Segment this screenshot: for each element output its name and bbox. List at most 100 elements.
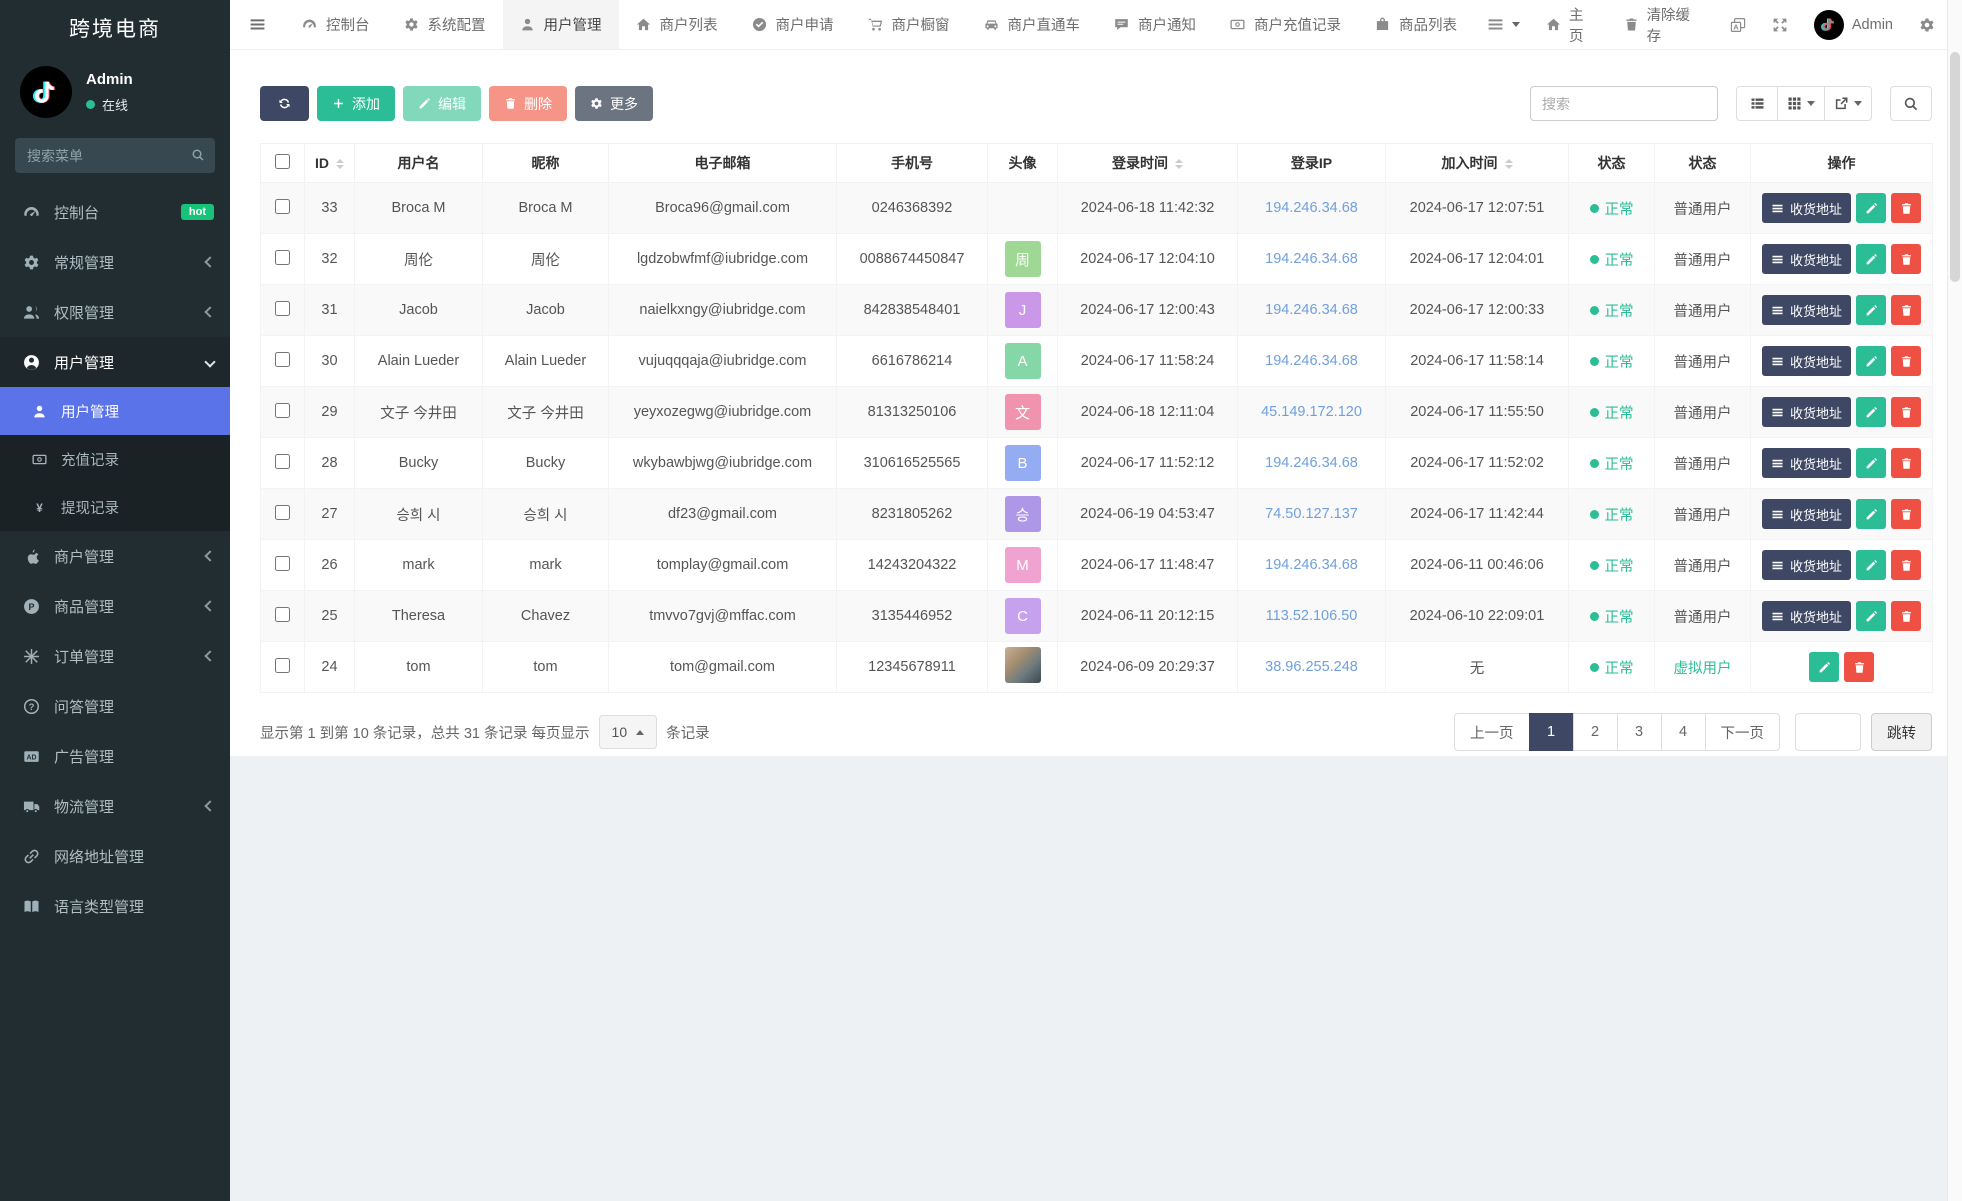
row-checkbox[interactable] (275, 657, 290, 673)
row-delete-button[interactable] (1891, 601, 1921, 631)
page-button-2[interactable]: 2 (1572, 713, 1618, 751)
page-button-1[interactable]: 1 (1528, 713, 1574, 751)
sidebar-item-general[interactable]: 常规管理 (0, 237, 230, 287)
export-dropdown-button[interactable] (1824, 86, 1872, 121)
prev-page-button[interactable]: 上一页 (1454, 713, 1530, 751)
row-delete-button[interactable] (1891, 244, 1921, 274)
page-size-dropdown[interactable]: 10 (598, 715, 658, 749)
ip-link[interactable]: 194.246.34.68 (1265, 302, 1358, 318)
tab-merchant-notice[interactable]: 商户通知 (1097, 0, 1213, 49)
row-checkbox[interactable] (275, 402, 290, 418)
row-edit-button[interactable] (1856, 499, 1886, 529)
sidebar-item-qa[interactable]: ? 问答管理 (0, 681, 230, 731)
add-button[interactable]: 添加 (317, 86, 395, 121)
row-checkbox[interactable] (275, 249, 290, 265)
page-button-4[interactable]: 4 (1660, 713, 1706, 751)
row-checkbox[interactable] (275, 555, 290, 571)
sidebar-search-input[interactable] (15, 138, 215, 173)
delete-button[interactable]: 删除 (489, 86, 567, 121)
tab-merchant-recharge[interactable]: 商户充值记录 (1213, 0, 1358, 49)
address-button[interactable]: 收货地址 (1761, 244, 1851, 274)
sidebar-item-user-group[interactable]: 用户管理 (0, 337, 230, 387)
tab-system-config[interactable]: 系统配置 (387, 0, 503, 49)
sidebar-item-merchant[interactable]: 商户管理 (0, 531, 230, 581)
row-edit-button[interactable] (1856, 244, 1886, 274)
row-checkbox[interactable] (275, 504, 290, 520)
select-all-checkbox[interactable] (275, 154, 290, 169)
row-edit-button[interactable] (1856, 346, 1886, 376)
tab-goods-list[interactable]: 商品列表 (1358, 0, 1474, 49)
row-delete-button[interactable] (1891, 499, 1921, 529)
row-delete-button[interactable] (1891, 193, 1921, 223)
search-submit-button[interactable] (1890, 86, 1932, 121)
clear-cache-button[interactable]: 清除缓存 (1611, 0, 1717, 50)
sidebar-item-network-address[interactable]: 网络地址管理 (0, 831, 230, 881)
sidebar-subitem-user-manage[interactable]: 用户管理 (0, 387, 230, 435)
column-header-login_time[interactable]: 登录时间 (1057, 143, 1238, 183)
tab-dashboard[interactable]: 控制台 (285, 0, 387, 49)
refresh-button[interactable] (260, 86, 309, 121)
ip-link[interactable]: 113.52.106.50 (1266, 608, 1358, 624)
address-button[interactable]: 收货地址 (1761, 601, 1851, 631)
row-delete-button[interactable] (1844, 652, 1874, 682)
tab-merchant-express[interactable]: 商户直通车 (967, 0, 1098, 49)
fullscreen-button[interactable] (1759, 0, 1801, 50)
sidebar-item-logistics[interactable]: 物流管理 (0, 781, 230, 831)
sidebar-item-language-type[interactable]: 语言类型管理 (0, 881, 230, 931)
home-button[interactable]: 主页 (1533, 0, 1611, 50)
columns-dropdown-button[interactable] (1777, 86, 1825, 121)
ip-link[interactable]: 38.96.255.248 (1265, 659, 1358, 675)
tab-user-manage[interactable]: 用户管理 (502, 0, 619, 49)
profile-menu[interactable]: Admin (1801, 0, 1906, 50)
tab-merchant-list[interactable]: 商户列表 (619, 0, 735, 49)
address-button[interactable]: 收货地址 (1761, 397, 1851, 427)
row-edit-button[interactable] (1856, 550, 1886, 580)
row-delete-button[interactable] (1891, 346, 1921, 376)
ip-link[interactable]: 194.246.34.68 (1265, 251, 1358, 267)
edit-button[interactable]: 编辑 (403, 86, 481, 121)
translate-button[interactable]: A (1717, 0, 1759, 50)
column-header-id[interactable]: ID (304, 143, 355, 183)
tab-merchant-apply[interactable]: 商户申请 (735, 0, 851, 49)
row-checkbox[interactable] (275, 453, 290, 469)
page-button-3[interactable]: 3 (1616, 713, 1662, 751)
sidebar-item-goods[interactable]: P 商品管理 (0, 581, 230, 631)
filter-panel-button[interactable] (1736, 86, 1778, 121)
sidebar-item-ads[interactable]: AD 广告管理 (0, 731, 230, 781)
sidebar-toggle-button[interactable] (230, 0, 285, 49)
row-edit-button[interactable] (1856, 397, 1886, 427)
row-checkbox[interactable] (275, 606, 290, 622)
address-button[interactable]: 收货地址 (1761, 499, 1851, 529)
sidebar-item-orders[interactable]: 订单管理 (0, 631, 230, 681)
ip-link[interactable]: 194.246.34.68 (1265, 455, 1358, 471)
scrollbar[interactable] (1947, 0, 1962, 1201)
column-header-join_time[interactable]: 加入时间 (1385, 143, 1569, 183)
sidebar-subitem-withdraw-records[interactable]: ¥ 提现记录 (0, 483, 230, 531)
address-button[interactable]: 收货地址 (1761, 193, 1851, 223)
row-checkbox[interactable] (275, 351, 290, 367)
row-delete-button[interactable] (1891, 295, 1921, 325)
tab-merchant-showcase[interactable]: 商户橱窗 (851, 0, 967, 49)
row-edit-button[interactable] (1809, 652, 1839, 682)
table-search-input[interactable] (1530, 86, 1718, 121)
row-delete-button[interactable] (1891, 397, 1921, 427)
more-button[interactable]: 更多 (575, 86, 653, 121)
sidebar-item-auth[interactable]: 权限管理 (0, 287, 230, 337)
list-menu-dropdown[interactable] (1474, 0, 1533, 50)
row-delete-button[interactable] (1891, 550, 1921, 580)
address-button[interactable]: 收货地址 (1761, 448, 1851, 478)
row-edit-button[interactable] (1856, 295, 1886, 325)
address-button[interactable]: 收货地址 (1761, 550, 1851, 580)
next-page-button[interactable]: 下一页 (1704, 713, 1780, 751)
sidebar-item-dashboard[interactable]: 控制台 hot (0, 187, 230, 237)
scrollbar-thumb[interactable] (1950, 52, 1960, 282)
ip-link[interactable]: 74.50.127.137 (1265, 506, 1358, 522)
row-edit-button[interactable] (1856, 193, 1886, 223)
row-edit-button[interactable] (1856, 601, 1886, 631)
row-checkbox[interactable] (275, 198, 290, 214)
ip-link[interactable]: 45.149.172.120 (1261, 404, 1362, 420)
row-delete-button[interactable] (1891, 448, 1921, 478)
sidebar-subitem-recharge-records[interactable]: 充值记录 (0, 435, 230, 483)
settings-button[interactable] (1906, 0, 1948, 50)
page-jump-input[interactable] (1795, 713, 1861, 751)
